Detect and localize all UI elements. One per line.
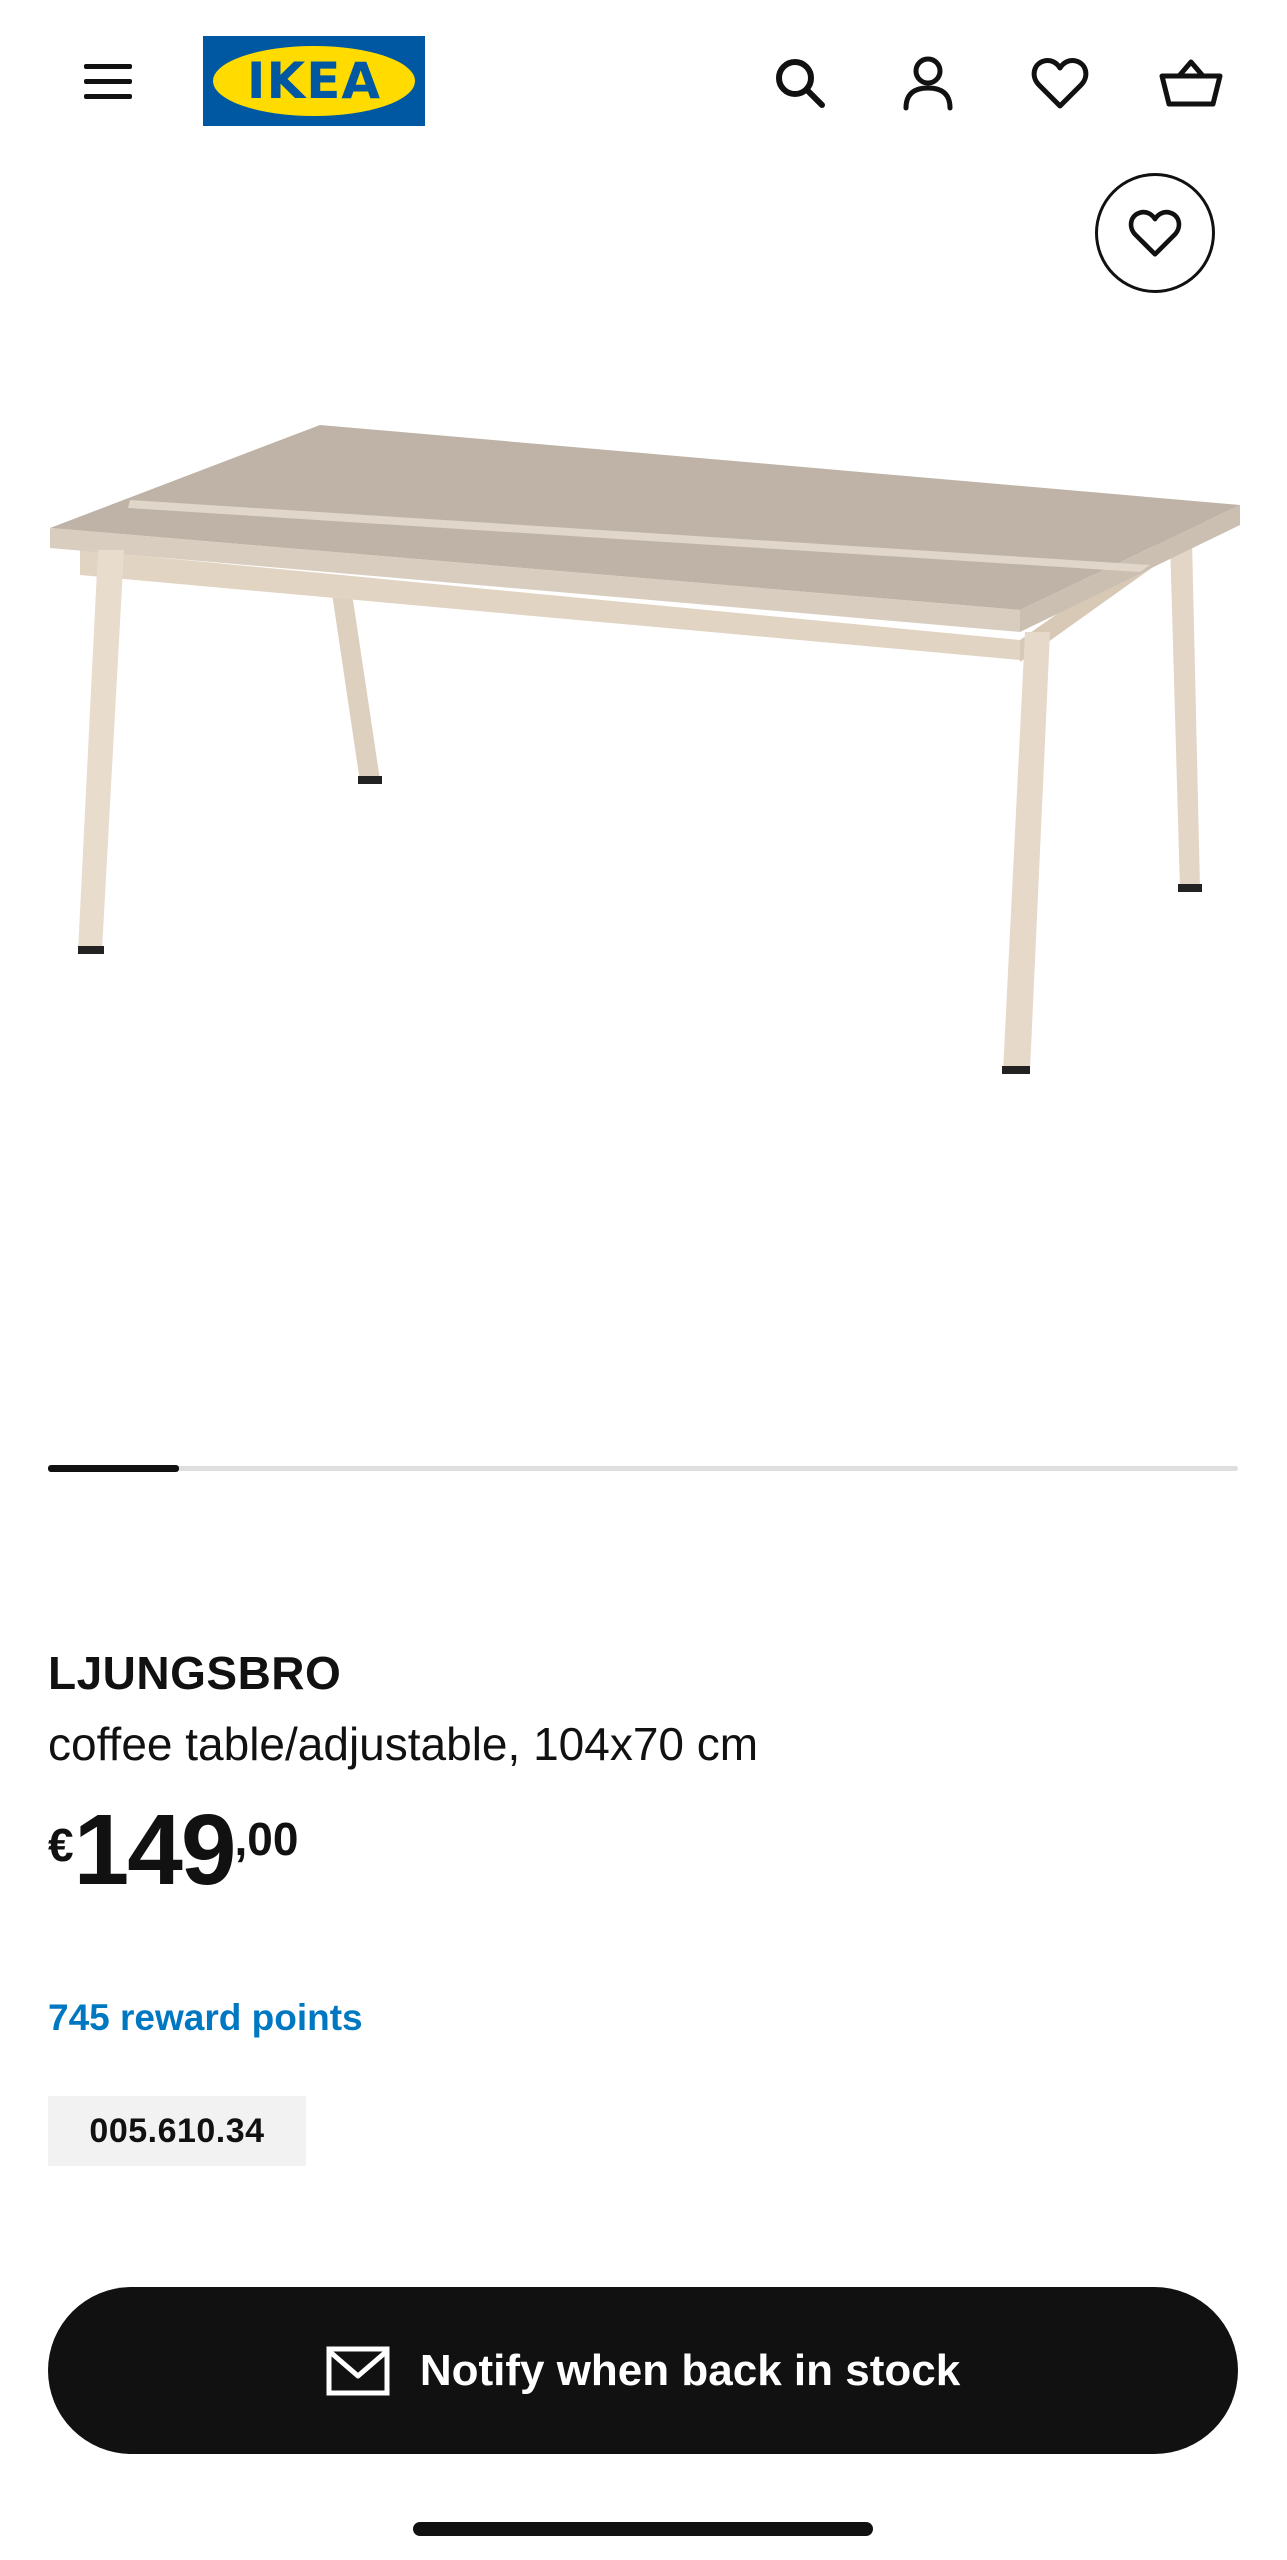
product-description: coffee table/adjustable, 104x70 cm xyxy=(48,1718,759,1770)
ikea-logo[interactable]: IKEA xyxy=(203,36,425,126)
notify-button-label: Notify when back in stock xyxy=(419,2345,961,2395)
wishlist-button[interactable] xyxy=(1018,46,1102,120)
reward-points-link[interactable]: 745 reward points xyxy=(48,1997,363,2039)
coffee-table-illustration xyxy=(50,425,1240,1074)
menu-button[interactable] xyxy=(72,50,144,114)
basket-icon xyxy=(1159,59,1223,107)
image-carousel-progress-fill xyxy=(48,1465,179,1472)
price-decimals: ,00 xyxy=(234,1813,299,1865)
home-indicator[interactable] xyxy=(413,2522,873,2536)
product-image[interactable] xyxy=(40,400,1250,1120)
logo-text: IKEA xyxy=(246,52,382,110)
image-carousel-progress[interactable] xyxy=(48,1465,1238,1472)
price-integer: 149 xyxy=(73,1794,237,1906)
notify-back-in-stock-button[interactable]: Notify when back in stock xyxy=(48,2287,1238,2454)
add-to-favourites-button[interactable] xyxy=(1095,173,1215,293)
product-name: LJUNGSBRO xyxy=(48,1647,342,1699)
account-icon xyxy=(903,56,953,111)
top-header: IKEA xyxy=(0,0,1287,160)
account-button[interactable] xyxy=(888,46,968,120)
search-icon xyxy=(776,59,825,108)
product-price: € 149 ,00 xyxy=(48,1800,298,1900)
hamburger-menu-icon xyxy=(84,64,132,99)
price-currency: € xyxy=(48,1819,74,1871)
heart-icon xyxy=(1128,209,1182,257)
search-button[interactable] xyxy=(758,48,842,118)
heart-icon xyxy=(1031,58,1089,109)
mail-icon xyxy=(326,2346,390,2396)
article-number-badge: 005.610.34 xyxy=(48,2096,306,2166)
cart-button[interactable] xyxy=(1148,46,1234,120)
